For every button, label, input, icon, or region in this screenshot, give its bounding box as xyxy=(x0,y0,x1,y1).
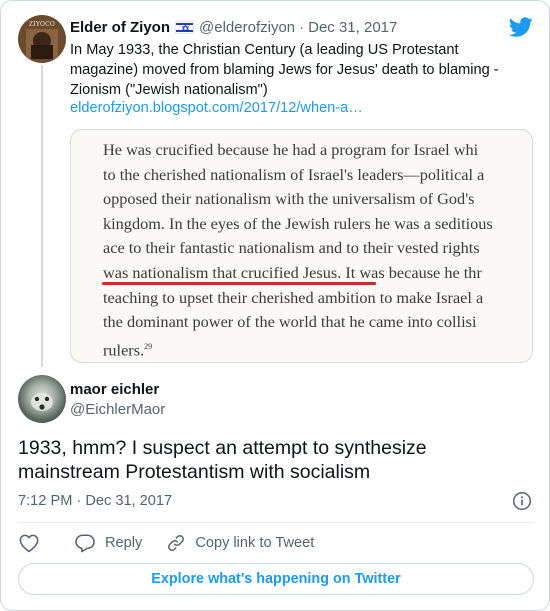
reply-author-handle[interactable]: @EichlerMaor xyxy=(70,401,165,418)
twitter-logo-icon[interactable] xyxy=(508,15,533,39)
book-line-text: rulers. xyxy=(103,340,145,360)
book-line-last: rulers.29 xyxy=(103,335,532,360)
parent-author-handle[interactable]: @elderofziyon xyxy=(199,19,295,36)
header-separator: · xyxy=(299,18,305,36)
divider xyxy=(18,522,534,523)
like-button[interactable] xyxy=(18,533,40,553)
book-line: ace to their fantastic nationalism and t… xyxy=(103,238,480,258)
reply-label: Reply xyxy=(105,535,143,551)
info-icon[interactable] xyxy=(512,491,532,511)
red-highlight-underline xyxy=(102,282,376,285)
book-line: opposed their nationalism with the unive… xyxy=(103,189,475,209)
israel-flag-icon xyxy=(175,20,195,34)
parent-tweet-date[interactable]: Dec 31, 2017 xyxy=(308,19,397,36)
book-page-excerpt: He was crucified because he had a progra… xyxy=(103,138,532,360)
parent-tweet-header: Elder of Ziyon @elderofziyon · Dec 31, 2… xyxy=(70,17,397,37)
heart-icon xyxy=(19,534,39,553)
parent-avatar[interactable]: ZIYOCO xyxy=(18,15,66,63)
thread-connector-line xyxy=(41,65,43,367)
link-icon xyxy=(168,535,185,551)
reply-author-name[interactable]: maor eichler xyxy=(70,381,159,398)
copy-link-label: Copy link to Tweet xyxy=(195,535,315,551)
reply-timestamp[interactable]: 7:12 PM · Dec 31, 2017 xyxy=(18,493,172,509)
embedded-tweet-card: ZIYOCO Elder of Ziyon @elderofziyon · De… xyxy=(0,0,550,611)
footnote-marker: 29 xyxy=(144,341,153,351)
reply-tweet-text: 1933, hmm? I suspect an attempt to synth… xyxy=(18,437,427,483)
book-line: kingdom. In the eyes of the Jewish ruler… xyxy=(103,213,493,233)
book-line: He was crucified because he had a progra… xyxy=(103,140,479,159)
parent-author-name[interactable]: Elder of Ziyon xyxy=(70,19,170,36)
book-line: teaching to upset their cherished ambiti… xyxy=(103,287,484,307)
reply-button[interactable]: Reply xyxy=(74,533,142,553)
parent-tweet-link[interactable]: elderofziyon.blogspot.com/2017/12/when-a… xyxy=(70,100,363,116)
reply-avatar[interactable] xyxy=(18,375,66,423)
tweet-actions: Reply Copy link to Tweet xyxy=(18,532,314,554)
book-line: to the cherished nationalism of Israel's… xyxy=(103,164,485,184)
copy-link-button[interactable]: Copy link to Tweet xyxy=(166,533,314,553)
reply-bubble-icon xyxy=(75,534,95,553)
explore-twitter-button[interactable]: Explore what's happening on Twitter xyxy=(18,563,534,595)
book-line: the dominant power of the world that he … xyxy=(103,312,477,332)
tweet-media-image[interactable]: He was crucified because he had a progra… xyxy=(70,129,533,363)
parent-tweet-text: In May 1933, the Christian Century (a le… xyxy=(70,42,499,98)
